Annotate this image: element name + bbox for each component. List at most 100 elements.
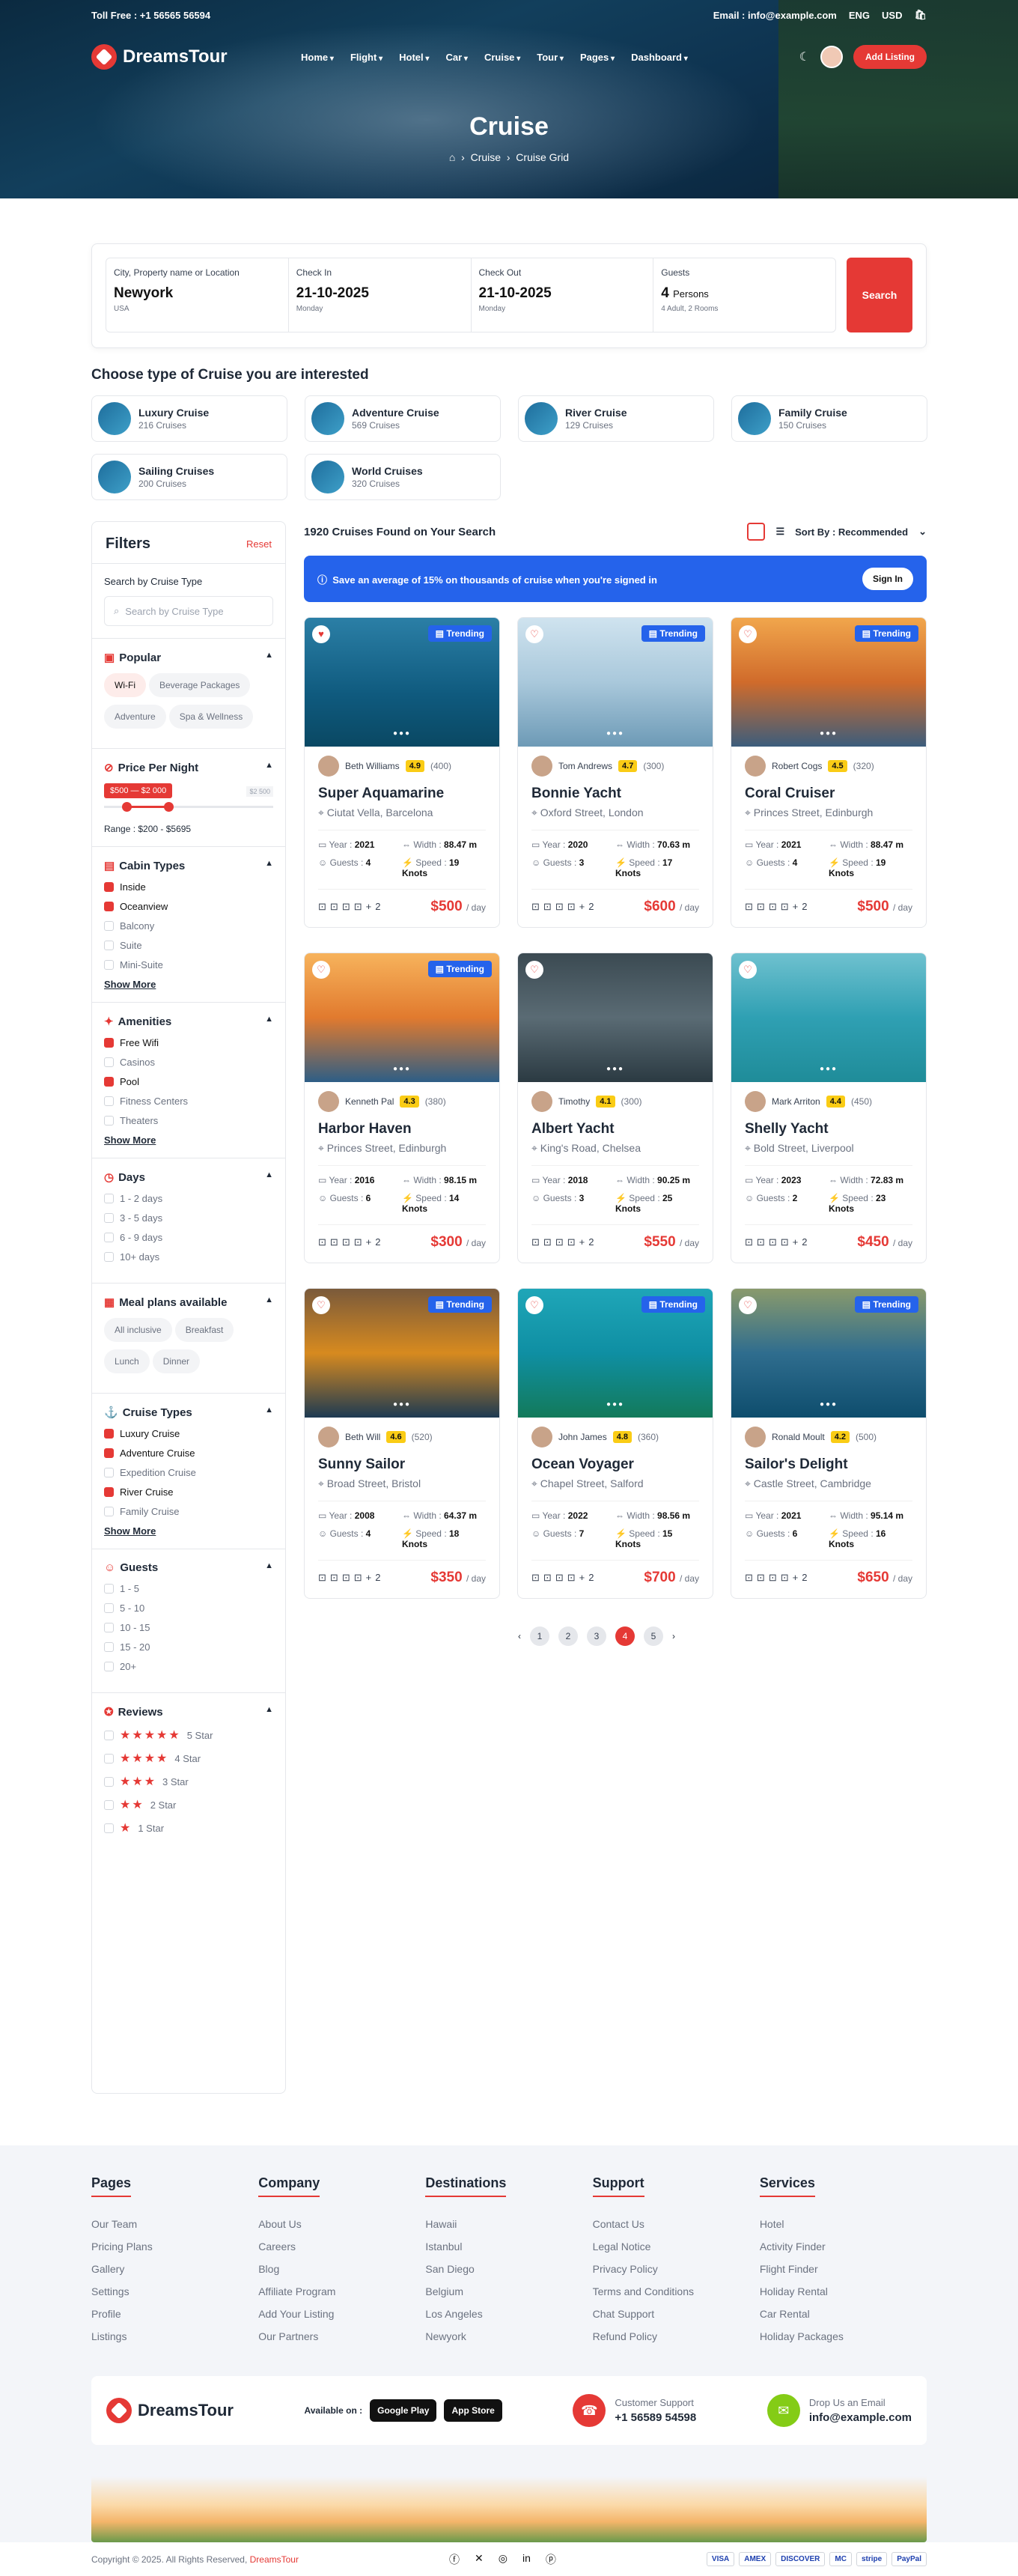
footer-link[interactable]: Contact Us: [593, 2218, 760, 2230]
carousel-dots[interactable]: ●●●: [393, 1065, 411, 1073]
filter-checkbox[interactable]: ★★★★ 4 Star: [104, 1751, 273, 1766]
filter-checkbox[interactable]: Luxury Cruise: [104, 1428, 273, 1439]
checkin-field[interactable]: Check In 21-10-2025 Monday: [289, 258, 472, 332]
heart-icon[interactable]: ♡: [525, 625, 543, 643]
sort-select[interactable]: Sort By : Recommended: [795, 526, 908, 538]
page-1[interactable]: 1: [530, 1626, 549, 1646]
filter-checkbox[interactable]: 10+ days: [104, 1251, 273, 1263]
price-slider[interactable]: [104, 802, 273, 812]
carousel-dots[interactable]: ●●●: [820, 729, 838, 738]
grid-view-icon[interactable]: [747, 523, 766, 541]
cruise-type-card[interactable]: Adventure Cruise 569 Cruises: [305, 395, 501, 442]
checkbox-box[interactable]: [104, 902, 114, 911]
filter-checkbox[interactable]: 5 - 10: [104, 1603, 273, 1614]
footer-link[interactable]: Los Angeles: [425, 2308, 592, 2320]
nav-item-flight[interactable]: Flight: [350, 52, 382, 63]
filter-pill[interactable]: Dinner: [152, 1349, 201, 1373]
reset-link[interactable]: Reset: [246, 538, 272, 550]
cruise-card[interactable]: ♡ ●●● Timothy 4.1 (300) Albert Yacht ⌖ King's …: [517, 953, 713, 1263]
filter-pill[interactable]: Wi-Fi: [104, 673, 146, 697]
footer-link[interactable]: San Diego: [425, 2263, 592, 2275]
cruise-name[interactable]: Sailor's Delight: [745, 1456, 912, 1473]
footer-link[interactable]: Gallery: [91, 2263, 258, 2275]
cruise-image[interactable]: ♡ ▤ Trending ●●●: [305, 953, 499, 1082]
filter-checkbox[interactable]: 20+: [104, 1661, 273, 1672]
list-view-icon[interactable]: ☰: [775, 526, 784, 538]
page-2[interactable]: 2: [558, 1626, 578, 1646]
filter-checkbox[interactable]: ★★ 2 Star: [104, 1797, 273, 1812]
footer-link[interactable]: Add Your Listing: [258, 2308, 425, 2320]
footer-link[interactable]: Blog: [258, 2263, 425, 2275]
support-email[interactable]: info@example.com: [809, 2411, 912, 2424]
cruise-image[interactable]: ♡ ▤ Trending ●●●: [731, 618, 926, 747]
cruise-card[interactable]: ♡ ▤ Trending ●●● Robert Cogs 4.5 (320) Coral C…: [731, 617, 927, 928]
carousel-dots[interactable]: ●●●: [606, 1065, 624, 1073]
checkbox-box[interactable]: [104, 1116, 114, 1126]
footer-link[interactable]: Activity Finder: [760, 2241, 927, 2253]
filter-pill[interactable]: Spa & Wellness: [168, 705, 254, 729]
heart-icon[interactable]: ♡: [739, 961, 757, 979]
pinterest-icon[interactable]: ⓟ: [546, 2552, 556, 2567]
heart-icon[interactable]: ♡: [525, 961, 543, 979]
checkbox-box[interactable]: [104, 1038, 114, 1048]
nav-item-tour[interactable]: Tour: [537, 52, 564, 63]
cruise-image[interactable]: ♥ ▤ Trending ●●●: [305, 618, 499, 747]
checkbox-box[interactable]: [104, 1429, 114, 1439]
brand-logo[interactable]: DreamsTour: [91, 44, 301, 70]
avatar[interactable]: [820, 46, 843, 68]
slider-handle-max[interactable]: [164, 802, 174, 812]
checkbox-box[interactable]: [104, 1642, 114, 1652]
filter-checkbox[interactable]: 10 - 15: [104, 1622, 273, 1633]
cruise-name[interactable]: Harbor Haven: [318, 1121, 486, 1137]
filter-checkbox[interactable]: ★ 1 Star: [104, 1820, 273, 1835]
copyright-brand[interactable]: DreamsTour: [250, 2554, 299, 2565]
cart-icon[interactable]: 🛍: [914, 9, 927, 21]
cruise-type-card[interactable]: Sailing Cruises 200 Cruises: [91, 454, 287, 500]
footer-link[interactable]: Belgium: [425, 2285, 592, 2297]
checkbox-box[interactable]: [104, 1623, 114, 1632]
checkbox-box[interactable]: [104, 921, 114, 931]
filter-checkbox[interactable]: Adventure Cruise: [104, 1448, 273, 1459]
filter-checkbox[interactable]: Mini-Suite: [104, 959, 273, 970]
footer-link[interactable]: Privacy Policy: [593, 2263, 760, 2275]
linkedin-icon[interactable]: in: [522, 2552, 531, 2567]
google-play-button[interactable]: Google Play: [370, 2399, 437, 2422]
filter-pill[interactable]: Lunch: [104, 1349, 150, 1373]
cruise-card[interactable]: ♡ ▤ Trending ●●● Tom Andrews 4.7 (300) Bonnie …: [517, 617, 713, 928]
checkbox-box[interactable]: [104, 1468, 114, 1477]
checkbox-box[interactable]: [104, 1799, 114, 1810]
cruise-type-card[interactable]: Luxury Cruise 216 Cruises: [91, 395, 287, 442]
heart-icon[interactable]: ♥: [312, 625, 330, 643]
footer-link[interactable]: Our Partners: [258, 2330, 425, 2342]
sign-in-button[interactable]: Sign In: [862, 568, 913, 590]
footer-link[interactable]: Affiliate Program: [258, 2285, 425, 2297]
carousel-dots[interactable]: ●●●: [820, 1065, 838, 1073]
support-phone[interactable]: +1 56589 54598: [615, 2411, 696, 2424]
search-button[interactable]: Search: [847, 258, 912, 332]
nav-item-pages[interactable]: Pages: [580, 52, 615, 63]
cruise-name[interactable]: Coral Cruiser: [745, 786, 912, 802]
footer-link[interactable]: Chat Support: [593, 2308, 760, 2320]
carousel-dots[interactable]: ●●●: [393, 1400, 411, 1409]
cruise-card[interactable]: ♡ ▤ Trending ●●● Ronald Moult 4.2 (500) Sailor…: [731, 1288, 927, 1599]
language-select[interactable]: ENG: [849, 10, 870, 21]
filter-checkbox[interactable]: ★★★★★ 5 Star: [104, 1728, 273, 1743]
filter-pill[interactable]: Adventure: [104, 705, 166, 729]
home-icon[interactable]: ⌂: [449, 151, 455, 163]
cruise-card[interactable]: ♡ ▤ Trending ●●● John James 4.8 (360) Ocean Vo…: [517, 1288, 713, 1599]
show-more-link[interactable]: Show More: [104, 1525, 273, 1537]
footer-link[interactable]: Flight Finder: [760, 2263, 927, 2275]
footer-link[interactable]: Legal Notice: [593, 2241, 760, 2253]
filter-pill[interactable]: Beverage Packages: [148, 673, 251, 697]
filter-checkbox[interactable]: Expedition Cruise: [104, 1467, 273, 1478]
collapse-icon[interactable]: ▲: [265, 1406, 273, 1419]
filter-checkbox[interactable]: ★★★ 3 Star: [104, 1774, 273, 1789]
page-3[interactable]: 3: [587, 1626, 606, 1646]
currency-select[interactable]: USD: [882, 10, 902, 21]
checkbox-box[interactable]: [104, 882, 114, 892]
checkbox-box[interactable]: [104, 1823, 114, 1833]
collapse-icon[interactable]: ▲: [265, 1295, 273, 1309]
filter-checkbox[interactable]: Suite: [104, 940, 273, 951]
cruise-card[interactable]: ♥ ▤ Trending ●●● Beth Williams 4.9 (400) Super…: [304, 617, 500, 928]
footer-link[interactable]: Profile: [91, 2308, 258, 2320]
